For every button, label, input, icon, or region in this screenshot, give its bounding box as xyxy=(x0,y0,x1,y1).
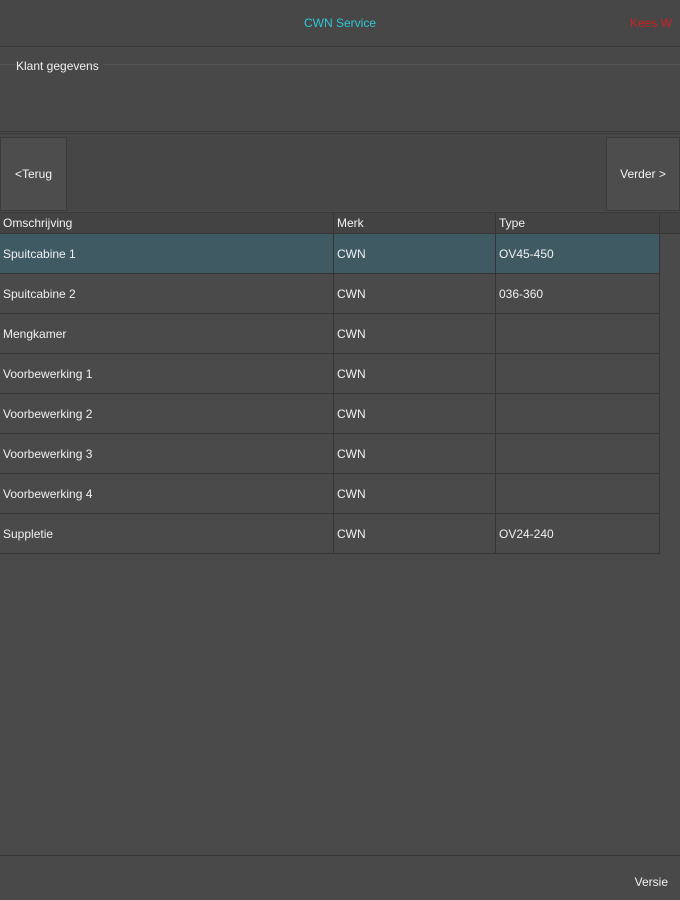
cell-omschrijving: Spuitcabine 2 xyxy=(0,274,334,314)
equipment-table: Omschrijving Merk Type Spuitcabine 1 CWN O… xyxy=(0,212,680,554)
cell-omschrijving: Voorbewerking 1 xyxy=(0,354,334,394)
back-button[interactable]: <Terug xyxy=(0,137,67,211)
cell-merk: CWN xyxy=(334,434,496,474)
customer-panel-label: Klant gegevens xyxy=(16,59,103,73)
cell-omschrijving: Voorbewerking 4 xyxy=(0,474,334,514)
cell-type: OV45-450 xyxy=(499,247,554,261)
cell-merk: CWN xyxy=(334,394,496,434)
cell-type xyxy=(496,354,660,394)
column-header-merk[interactable]: Merk xyxy=(334,213,496,234)
cell-omschrijving: Voorbewerking 3 xyxy=(0,434,334,474)
cell-omschrijving: Voorbewerking 2 xyxy=(0,394,334,434)
customer-panel: Klant gegevens xyxy=(0,48,680,132)
cell-type xyxy=(496,314,660,354)
cell-type: 036-360 xyxy=(499,287,544,301)
column-header-filler xyxy=(660,213,680,234)
cell-type xyxy=(496,394,660,434)
column-header-omschrijving[interactable]: Omschrijving xyxy=(0,213,334,234)
cell-type xyxy=(496,434,660,474)
cell-merk: CWN xyxy=(334,314,496,354)
app-title: CWN Service xyxy=(303,16,376,30)
cell-omschrijving: Mengkamer xyxy=(0,314,334,354)
cell-merk: CWN xyxy=(334,354,496,394)
cell-omschrijving: Suppletie xyxy=(0,514,334,554)
version-button[interactable]: Versie xyxy=(635,875,668,889)
table-row[interactable]: Spuitcabine 1 CWN OV45-450 xyxy=(0,234,660,274)
table-row[interactable]: Voorbewerking 3 CWN xyxy=(0,434,660,474)
table-row[interactable]: Suppletie CWN OV24-240 xyxy=(0,514,660,554)
cell-merk: CWN xyxy=(334,234,496,274)
cell-merk: CWN xyxy=(334,474,496,514)
title-bar: CWN Service Kees W xyxy=(0,0,680,47)
cell-merk: CWN xyxy=(334,274,496,314)
cell-type: OV24-240 xyxy=(499,527,554,541)
table-row[interactable]: Voorbewerking 2 CWN xyxy=(0,394,660,434)
table-body: Spuitcabine 1 CWN OV45-450 Spuitcabine 2 CWN… xyxy=(0,234,680,554)
table-row[interactable]: Voorbewerking 1 CWN xyxy=(0,354,660,394)
table-header: Omschrijving Merk Type xyxy=(0,212,680,234)
footer-bar: Versie xyxy=(0,855,680,900)
table-row[interactable]: Mengkamer CWN xyxy=(0,314,660,354)
table-row[interactable]: Spuitcabine 2 CWN 036-360 xyxy=(0,274,660,314)
user-name[interactable]: Kees W xyxy=(630,16,672,30)
table-row[interactable]: Voorbewerking 4 CWN xyxy=(0,474,660,514)
navigation-bar: <Terug Verder > xyxy=(0,133,680,211)
cell-merk: CWN xyxy=(334,514,496,554)
cell-type xyxy=(496,474,660,514)
next-button[interactable]: Verder > xyxy=(606,137,680,211)
column-header-type[interactable]: Type xyxy=(496,213,660,234)
cell-omschrijving: Spuitcabine 1 xyxy=(0,234,334,274)
